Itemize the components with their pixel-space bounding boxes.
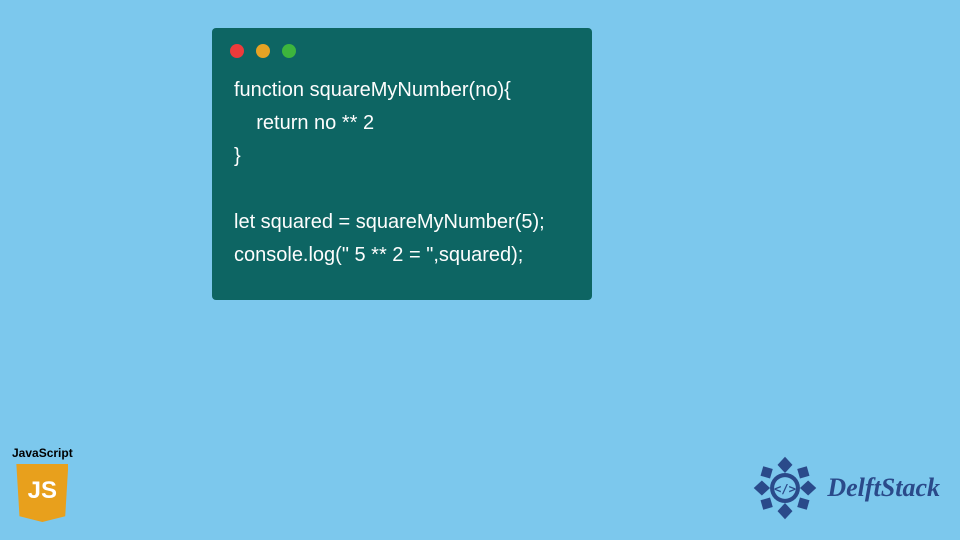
brand-logo-icon: </> <box>751 454 819 522</box>
code-line: return no ** 2 <box>234 112 374 134</box>
code-content: function squareMyNumber(no){ return no *… <box>212 66 592 280</box>
code-line: } <box>234 145 241 167</box>
code-line: let squared = squareMyNumber(5); <box>234 211 545 233</box>
close-icon <box>230 44 244 58</box>
brand-name: DelftStack <box>827 473 940 503</box>
javascript-label: JavaScript <box>12 446 73 460</box>
brand: </> DelftStack <box>751 454 940 522</box>
maximize-icon <box>282 44 296 58</box>
minimize-icon <box>256 44 270 58</box>
code-line: console.log(" 5 ** 2 = ",squared); <box>234 244 523 266</box>
javascript-logo-text: JS <box>28 477 57 505</box>
javascript-badge: JavaScript JS <box>12 446 73 522</box>
code-window: function squareMyNumber(no){ return no *… <box>212 28 592 300</box>
svg-text:</>: </> <box>774 482 796 496</box>
code-line: function squareMyNumber(no){ <box>234 79 511 101</box>
window-controls <box>212 28 592 66</box>
javascript-logo-icon: JS <box>16 464 68 522</box>
